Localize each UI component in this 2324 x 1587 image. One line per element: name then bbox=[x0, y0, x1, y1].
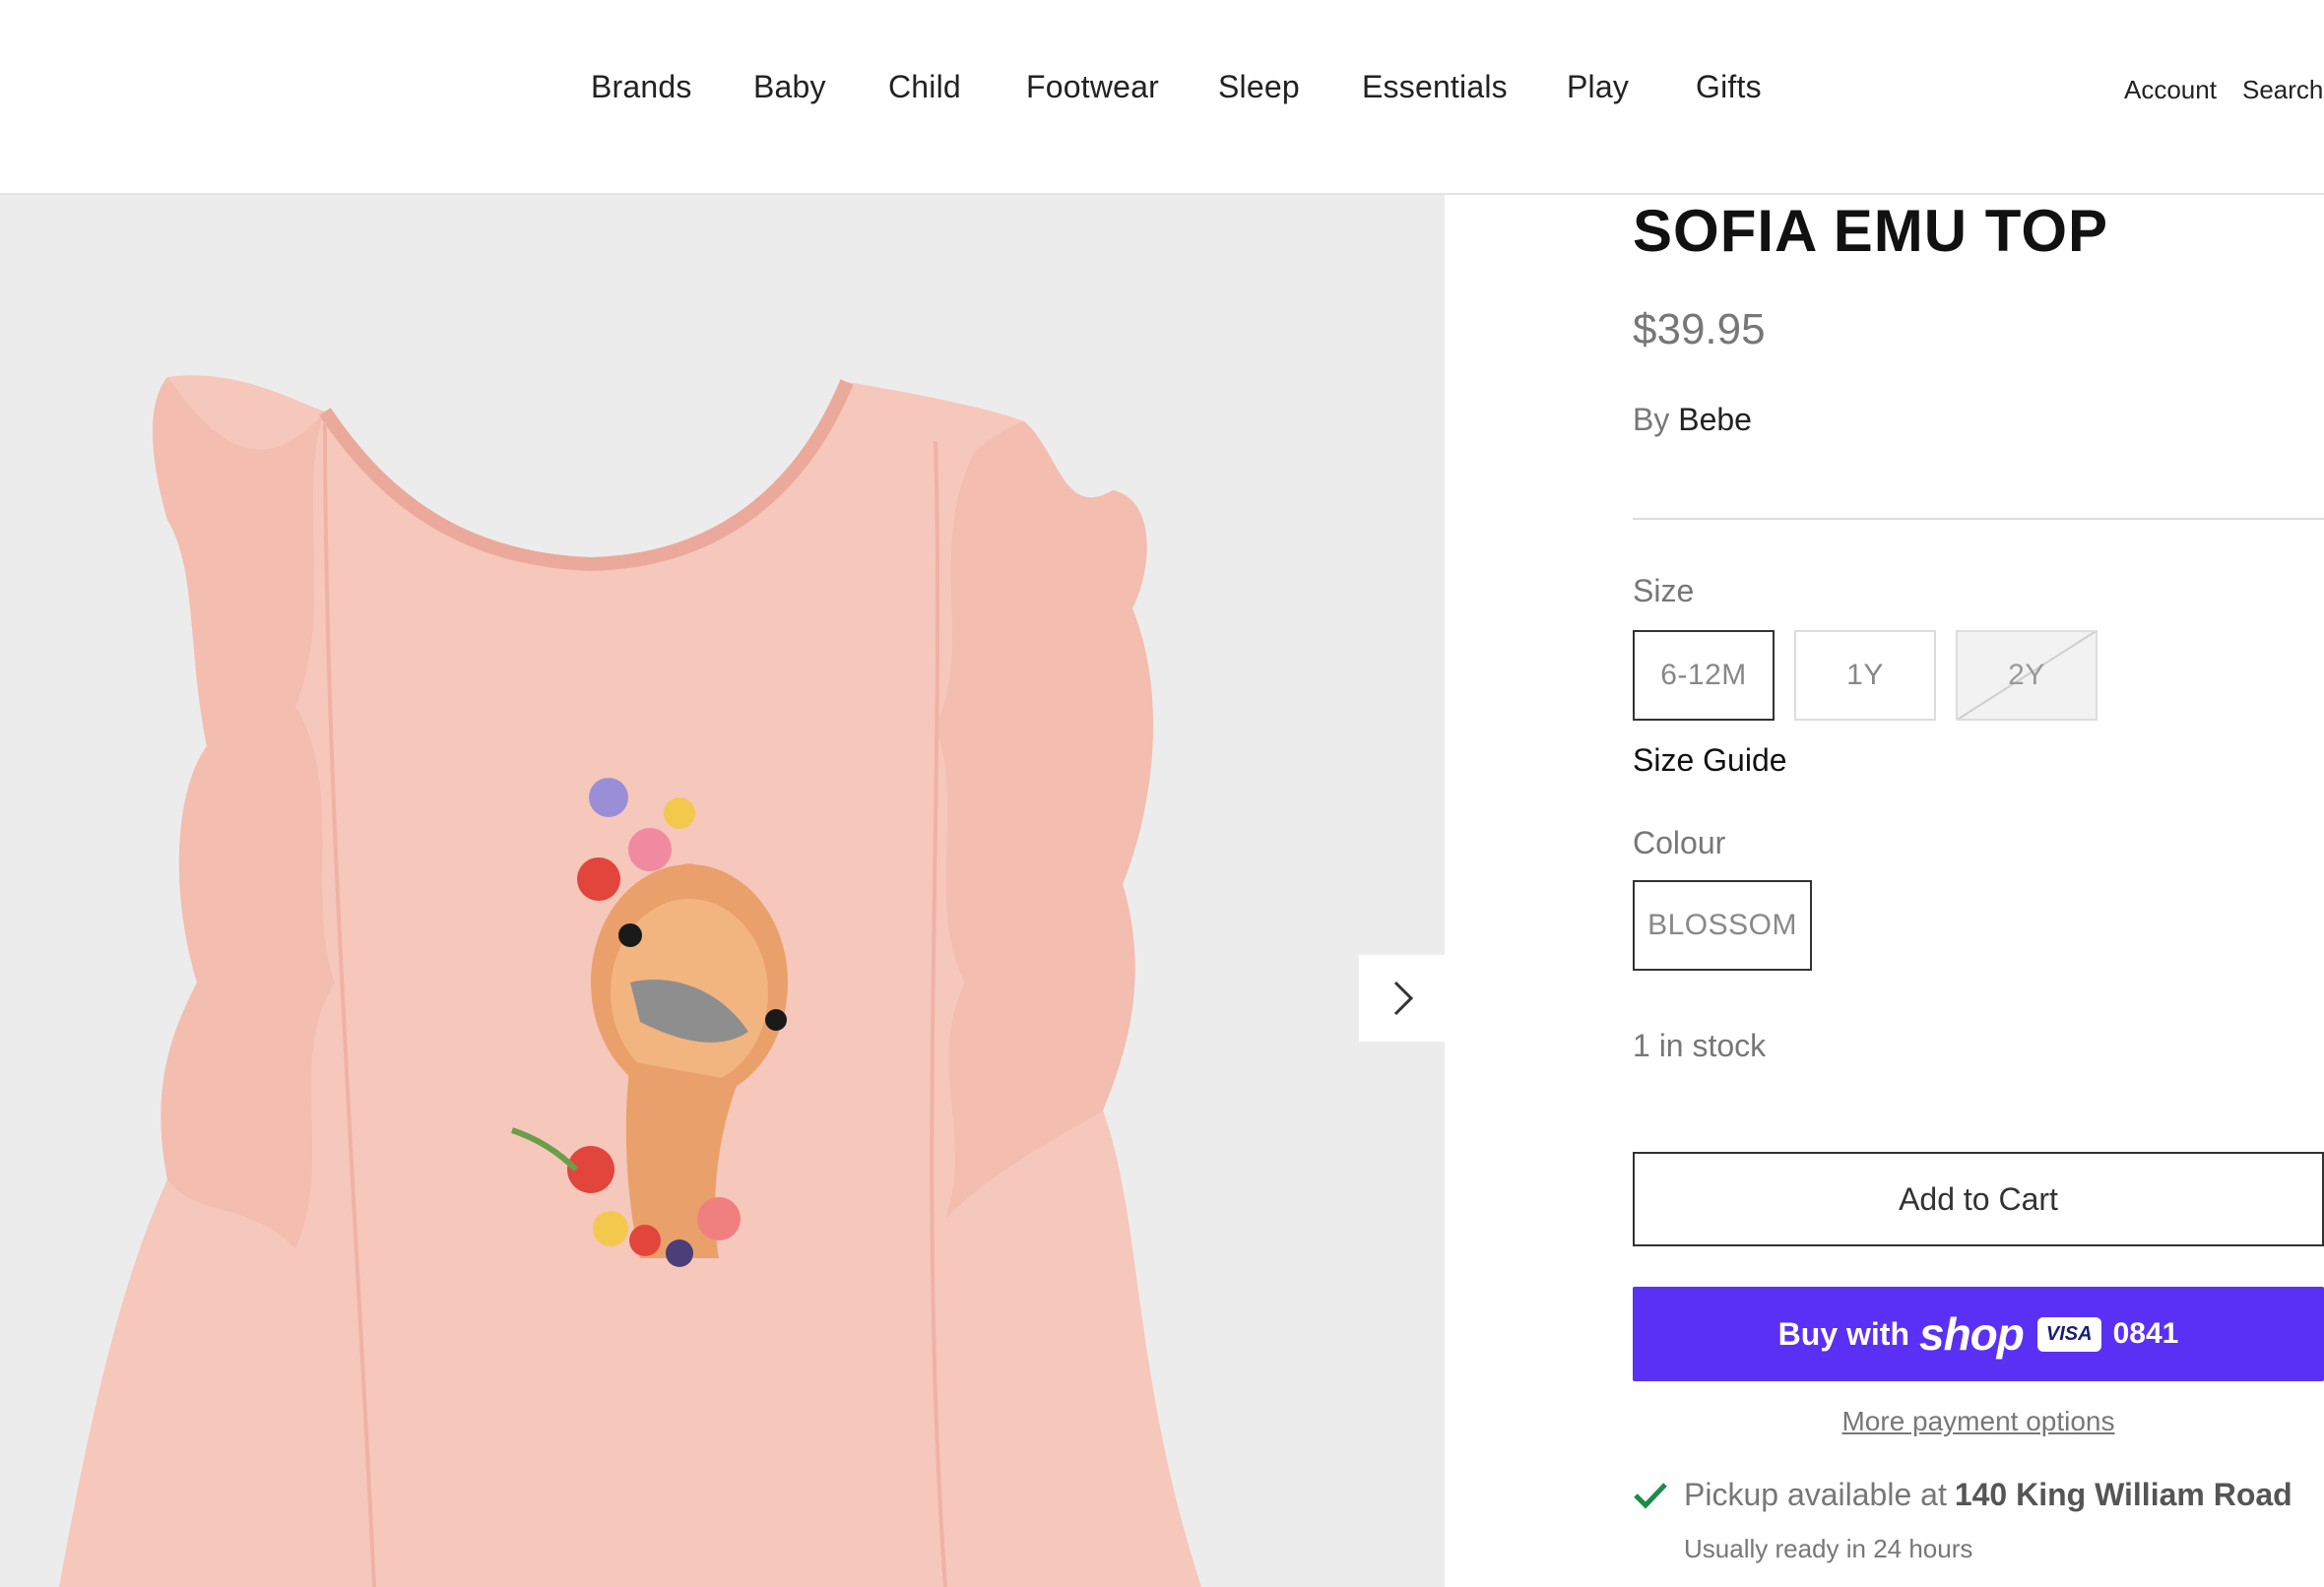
pickup-location: 140 King William Road bbox=[1954, 1477, 2292, 1512]
pickup-ready-time: Usually ready in 24 hours bbox=[1684, 1534, 1973, 1563]
nav-item-gifts[interactable]: Gifts bbox=[1696, 69, 1762, 105]
product-vendor: By Bebe bbox=[1633, 402, 1752, 438]
colour-label: Colour bbox=[1633, 825, 1726, 860]
size-guide-link[interactable]: Size Guide bbox=[1633, 742, 1787, 779]
nav-item-child[interactable]: Child bbox=[888, 69, 961, 105]
product-title: SOFIA EMU TOP bbox=[1633, 198, 2109, 264]
divider bbox=[1633, 518, 2324, 520]
pickup-availability: Pickup available at 140 King William Roa… bbox=[1633, 1477, 2292, 1513]
colour-option-blossom[interactable]: BLOSSOM bbox=[1633, 880, 1812, 971]
more-payment-options-link[interactable]: More payment options bbox=[1633, 1406, 2324, 1437]
size-option-2y-label: 2Y bbox=[2008, 659, 2045, 691]
nav-item-essentials[interactable]: Essentials bbox=[1362, 69, 1508, 105]
checkmark-icon bbox=[1634, 1482, 1667, 1509]
product-gallery bbox=[0, 195, 1445, 1587]
gallery-next-button[interactable] bbox=[1359, 955, 1445, 1042]
shop-pay-button[interactable]: Buy with shop VISA 0841 bbox=[1633, 1287, 2324, 1381]
vendor-link[interactable]: Bebe bbox=[1678, 402, 1752, 437]
site-header: Brands Baby Child Footwear Sleep Essenti… bbox=[0, 0, 2324, 195]
pickup-text: Pickup available at bbox=[1684, 1477, 1947, 1512]
nav-item-brands[interactable]: Brands bbox=[591, 69, 692, 105]
stock-status: 1 in stock bbox=[1633, 1028, 1767, 1063]
nav-item-sleep[interactable]: Sleep bbox=[1218, 69, 1300, 105]
main-nav: Brands Baby Child Footwear Sleep Essenti… bbox=[0, 69, 2324, 118]
card-last-digits: 0841 bbox=[2112, 1317, 2179, 1350]
shop-pay-buy-with: Buy with bbox=[1777, 1315, 1909, 1352]
shop-logo: shop bbox=[1919, 1308, 2025, 1360]
add-to-cart-button[interactable]: Add to Cart bbox=[1633, 1152, 2324, 1246]
nav-item-play[interactable]: Play bbox=[1567, 69, 1629, 105]
chevron-right-icon bbox=[1393, 981, 1414, 1016]
size-option-6-12m[interactable]: 6-12M bbox=[1633, 630, 1775, 721]
size-option-2y[interactable]: 2Y bbox=[1956, 630, 2098, 721]
vendor-prefix: By bbox=[1633, 402, 1670, 437]
account-link[interactable]: Account bbox=[2124, 75, 2217, 105]
size-option-1y[interactable]: 1Y bbox=[1794, 630, 1936, 721]
search-link[interactable]: Search bbox=[2242, 75, 2323, 105]
nav-item-footwear[interactable]: Footwear bbox=[1026, 69, 1159, 105]
nav-item-baby[interactable]: Baby bbox=[753, 69, 826, 105]
product-image bbox=[59, 375, 1201, 1587]
size-label: Size bbox=[1633, 573, 1695, 608]
visa-card-icon: VISA bbox=[2036, 1316, 2101, 1352]
product-price: $39.95 bbox=[1633, 305, 1766, 353]
